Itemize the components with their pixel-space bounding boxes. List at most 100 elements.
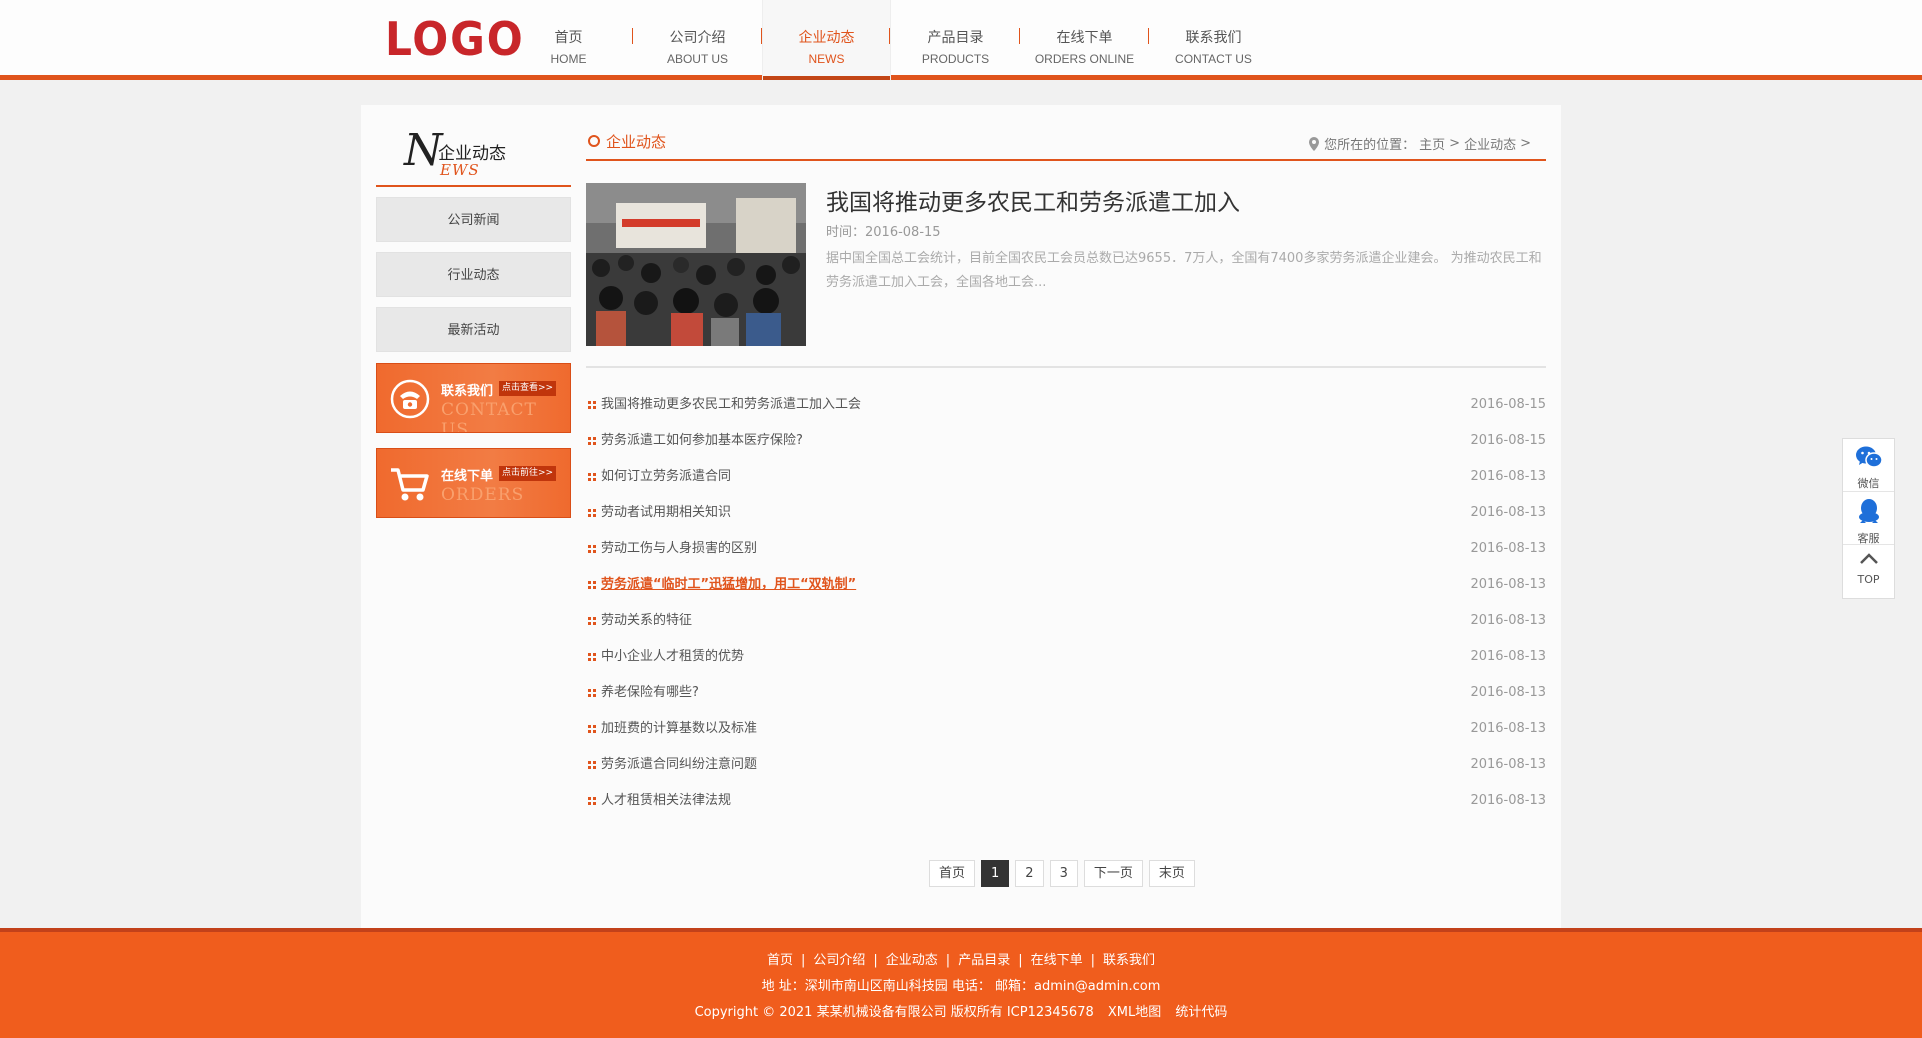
- footer-separator: |: [945, 953, 951, 968]
- news-title-link[interactable]: 加班费的计算基数以及标准: [601, 711, 757, 747]
- nav-item-home[interactable]: 首页 HOME: [504, 0, 633, 80]
- nav-divider: [889, 28, 890, 44]
- footer-address: 地 址：深圳市南山区南山科技园 电话： 邮箱：admin@admin.com: [761, 979, 1161, 994]
- news-date: 2016-08-13: [1470, 757, 1546, 772]
- site-footer: 首页 | 公司介绍 | 企业动态 | 产品目录 | 在线下单 | 联系我们 地 址：深圳市南山区南山…: [0, 928, 1922, 1038]
- list-item: 如何订立劳务派遣合同 2016-08-13: [586, 459, 1546, 495]
- nav-item-contact[interactable]: 联系我们 CONTACT US: [1149, 0, 1278, 80]
- orders-promo-tag: 点击前往>>: [499, 466, 557, 481]
- nav-label-en: ORDERS ONLINE: [1034, 52, 1135, 66]
- news-date: 2016-08-15: [1470, 397, 1546, 412]
- list-item: 劳务派遣合同纠纷注意问题 2016-08-13: [586, 747, 1546, 783]
- nav-label-cn: 企业动态: [798, 30, 855, 46]
- nav-item-news[interactable]: 企业动态 NEWS: [762, 0, 891, 80]
- bullet-icon: [588, 761, 596, 769]
- sidebar-item-latest-events[interactable]: 最新活动: [376, 307, 571, 352]
- news-date: 2016-08-13: [1470, 649, 1546, 664]
- news-title-link[interactable]: 人才租赁相关法律法规: [601, 783, 731, 819]
- bullet-icon: [588, 797, 596, 805]
- wechat-button[interactable]: 微信: [1843, 439, 1894, 492]
- breadcrumb-link-home[interactable]: 主页: [1419, 134, 1445, 153]
- nav-label-en: HOME: [550, 52, 587, 66]
- bullet-icon: [588, 617, 596, 625]
- footer-copyright: Copyright © 2021 某某机械设备有限公司 版权所有 ICP1234…: [694, 1005, 1094, 1020]
- sidebar-item-industry-news[interactable]: 行业动态: [376, 252, 571, 297]
- news-title-link[interactable]: 劳务派遣工如何参加基本医疗保险?: [601, 423, 803, 459]
- contact-promo-en: CONTACT US: [441, 400, 537, 433]
- footer-separator: |: [873, 953, 878, 968]
- nav-item-products[interactable]: 产品目录 PRODUCTS: [891, 0, 1020, 80]
- footer-link-contact[interactable]: 联系我们: [1103, 953, 1155, 968]
- breadcrumb: 您所在的位置： 主页 > 企业动态 >: [1308, 134, 1531, 153]
- featured-article-image[interactable]: [586, 183, 806, 346]
- pager-first-button[interactable]: 首页: [929, 860, 976, 887]
- pager-page-3[interactable]: 3: [1049, 860, 1078, 887]
- breadcrumb-link-news[interactable]: 企业动态: [1464, 134, 1516, 153]
- bullet-icon: [588, 545, 596, 553]
- pager-page-1[interactable]: 1: [981, 860, 1010, 887]
- pager-page-2[interactable]: 2: [1015, 860, 1044, 887]
- featured-article: 我国将推动更多农民工和劳务派遣工加入 时间：2016-08-15 据中国全国总工…: [586, 183, 1546, 368]
- news-title-link[interactable]: 劳动者试用期相关知识: [601, 495, 731, 531]
- news-title-link[interactable]: 我国将推动更多农民工和劳务派遣工加入工会: [601, 387, 861, 423]
- news-title-link-hovered[interactable]: 劳务派遣“临时工”迅猛增加，用工“双轨制”: [601, 567, 856, 603]
- contact-promo-banner[interactable]: 联系我们 点击查看>> CONTACT US: [376, 363, 571, 433]
- nav-item-about[interactable]: 公司介绍 ABOUT US: [633, 0, 762, 80]
- pager-next-button[interactable]: 下一页: [1083, 860, 1143, 887]
- nav-item-orders[interactable]: 在线下单 ORDERS ONLINE: [1020, 0, 1149, 80]
- nav-label-cn: 公司介绍: [669, 30, 726, 46]
- bullet-icon: [588, 437, 596, 445]
- customer-service-button[interactable]: 客服: [1843, 492, 1894, 545]
- news-date: 2016-08-13: [1470, 793, 1546, 808]
- chevron-up-icon: [1859, 553, 1878, 564]
- customer-service-label: 客服: [1857, 532, 1880, 545]
- wechat-icon: [1855, 446, 1883, 468]
- back-to-top-button[interactable]: TOP: [1843, 545, 1894, 598]
- sidebar-heading-en: EWS: [440, 161, 480, 179]
- featured-article-title[interactable]: 我国将推动更多农民工和劳务派遣工加入: [826, 183, 1240, 217]
- news-title-link[interactable]: 养老保险有哪些?: [601, 675, 699, 711]
- list-item: 养老保险有哪些? 2016-08-13: [586, 675, 1546, 711]
- footer-link-products[interactable]: 产品目录: [958, 953, 1010, 968]
- news-title-link[interactable]: 如何订立劳务派遣合同: [601, 459, 731, 495]
- footer-link-orders[interactable]: 在线下单: [1031, 953, 1083, 968]
- list-item: 中小企业人才租赁的优势 2016-08-13: [586, 639, 1546, 675]
- list-item: 加班费的计算基数以及标准 2016-08-13: [586, 711, 1546, 747]
- pager-last-button[interactable]: 末页: [1148, 860, 1195, 887]
- list-item: 劳动工伤与人身损害的区别 2016-08-13: [586, 531, 1546, 567]
- footer-link-news[interactable]: 企业动态: [886, 953, 938, 968]
- section-header: 企业动态 您所在的位置： 主页 > 企业动态 >: [586, 121, 1546, 161]
- section-title: 企业动态: [606, 133, 667, 151]
- news-date: 2016-08-13: [1470, 505, 1546, 520]
- breadcrumb-separator: >: [1449, 136, 1461, 151]
- news-list: 我国将推动更多农民工和劳务派遣工加入工会 2016-08-15 劳务派遣工如何参…: [586, 387, 1546, 819]
- news-date: 2016-08-13: [1470, 685, 1546, 700]
- bullet-icon: [588, 581, 596, 589]
- list-item: 我国将推动更多农民工和劳务派遣工加入工会 2016-08-15: [586, 387, 1546, 423]
- qq-icon: [1858, 499, 1879, 523]
- footer-link-stats[interactable]: 统计代码: [1175, 1005, 1227, 1020]
- list-item: 劳动关系的特征 2016-08-13: [586, 603, 1546, 639]
- list-item: 劳务派遣工如何参加基本医疗保险? 2016-08-15: [586, 423, 1546, 459]
- orders-promo-banner[interactable]: 在线下单 点击前往>> ORDERS: [376, 448, 571, 518]
- sidebar-item-company-news[interactable]: 公司新闻: [376, 197, 571, 242]
- site-header: LOGO 首页 HOME 公司介绍 ABOUT US 企业动态 NEWS 产品目…: [0, 0, 1922, 80]
- news-title-link[interactable]: 劳务派遣合同纠纷注意问题: [601, 747, 757, 783]
- orders-promo-en: ORDERS: [441, 485, 525, 505]
- news-date: 2016-08-13: [1470, 541, 1546, 556]
- news-title-link[interactable]: 劳动关系的特征: [601, 603, 692, 639]
- nav-label-en: CONTACT US: [1175, 52, 1252, 66]
- circle-bullet-icon: [588, 135, 600, 147]
- wechat-label: 微信: [1857, 477, 1880, 490]
- news-date: 2016-08-13: [1470, 613, 1546, 628]
- footer-link-about[interactable]: 公司介绍: [813, 953, 865, 968]
- bullet-icon: [588, 401, 596, 409]
- news-title-link[interactable]: 劳动工伤与人身损害的区别: [601, 531, 757, 567]
- news-date: 2016-08-13: [1470, 577, 1546, 592]
- orders-promo-label: 在线下单: [441, 469, 494, 484]
- footer-link-home[interactable]: 首页: [767, 953, 793, 968]
- footer-link-sitemap[interactable]: XML地图: [1108, 1005, 1161, 1020]
- footer-nav: 首页 | 公司介绍 | 企业动态 | 产品目录 | 在线下单 | 联系我们: [0, 951, 1922, 971]
- news-title-link[interactable]: 中小企业人才租赁的优势: [601, 639, 744, 675]
- news-date: 2016-08-13: [1470, 721, 1546, 736]
